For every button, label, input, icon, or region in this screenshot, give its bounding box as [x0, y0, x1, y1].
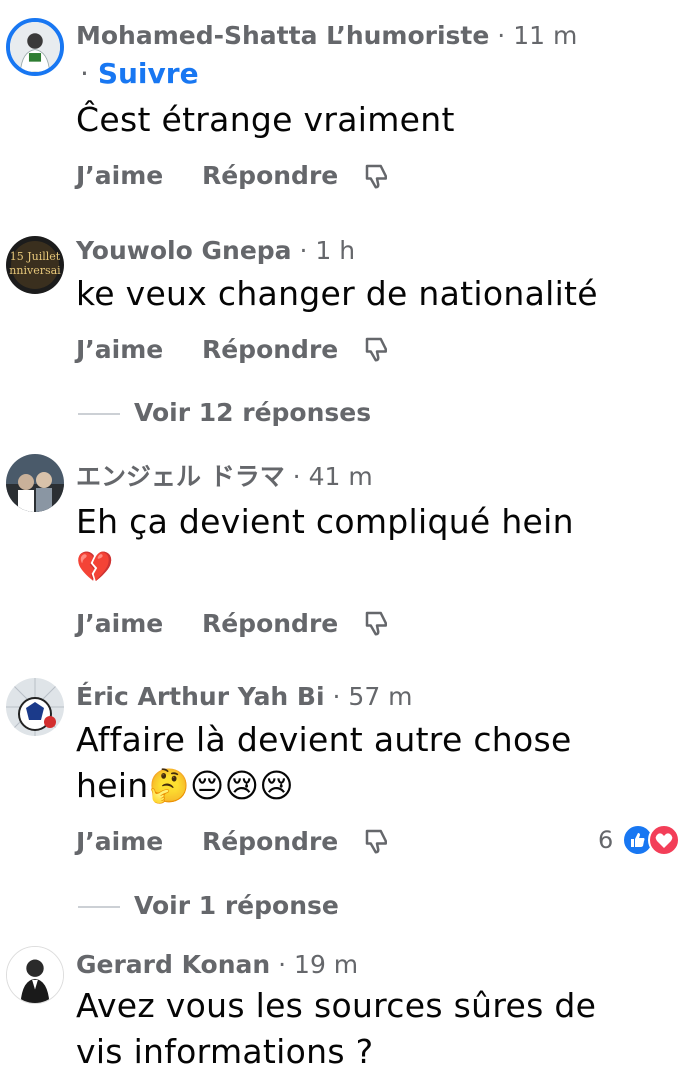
comment-text-line-2: hein🤔😔😢😢: [76, 766, 294, 805]
comment-actions: J’aime Répondre: [76, 826, 368, 858]
author-name[interactable]: Youwolo Gnepa: [76, 236, 292, 265]
comment-text-line-2: 💔: [76, 550, 114, 585]
thumbs-down-icon[interactable]: [362, 826, 392, 856]
like-button[interactable]: J’aime: [76, 335, 163, 364]
reply-thread-line: [78, 413, 120, 415]
avatar-image: 15 Juillet nniversai: [6, 236, 64, 294]
timestamp[interactable]: 19 m: [294, 950, 358, 979]
timestamp[interactable]: 1 h: [315, 236, 355, 265]
separator-dot: ·: [292, 462, 301, 491]
separator-dot: ·: [278, 950, 287, 979]
author-name[interactable]: エンジェル ドラマ: [76, 462, 285, 491]
reaction-count: 6: [598, 826, 614, 854]
avatar-image: [10, 22, 60, 72]
comment-actions: J’aime Répondre: [76, 160, 368, 192]
comment-text: Ĉest étrange vraiment: [76, 100, 455, 139]
avatar[interactable]: [6, 454, 64, 512]
view-replies-link[interactable]: Voir 12 réponses: [78, 397, 371, 429]
avatar[interactable]: 15 Juillet nniversai: [6, 236, 64, 294]
love-reaction-icon: [648, 824, 680, 856]
separator-dot: ·: [80, 57, 89, 90]
comment-text: ke veux changer de nationalité: [76, 274, 598, 313]
timestamp[interactable]: 41 m: [309, 462, 373, 491]
comment-text-line-1: Avez vous les sources sûres de: [76, 986, 597, 1025]
reply-button[interactable]: Répondre: [202, 827, 338, 856]
thumbs-down-icon[interactable]: [362, 334, 392, 364]
comment-text-line-1: Affaire là devient autre chose: [76, 720, 572, 759]
thumbs-down-icon[interactable]: [362, 161, 392, 191]
avatar[interactable]: [6, 678, 64, 736]
avatar[interactable]: [6, 946, 64, 1004]
reply-button[interactable]: Répondre: [202, 161, 338, 190]
separator-dot: ·: [299, 236, 308, 265]
view-replies-label: Voir 1 réponse: [134, 891, 339, 920]
separator-dot: ·: [332, 682, 341, 711]
comment-header: Mohamed-Shatta L’humoriste · 11 m: [76, 20, 577, 52]
reply-button[interactable]: Répondre: [202, 335, 338, 364]
author-name[interactable]: Gerard Konan: [76, 950, 270, 979]
comment-text-line-2: vis informations ?: [76, 1032, 374, 1071]
timestamp[interactable]: 57 m: [348, 682, 412, 711]
like-button[interactable]: J’aime: [76, 609, 163, 638]
author-name[interactable]: Mohamed-Shatta L’humoriste: [76, 21, 489, 50]
like-button[interactable]: J’aime: [76, 161, 163, 190]
avatar-image: [6, 454, 64, 512]
comment-header: エンジェル ドラマ · 41 m: [76, 461, 373, 493]
reaction-summary[interactable]: 6: [598, 824, 613, 856]
comment-actions: J’aime Répondre: [76, 334, 368, 366]
timestamp[interactable]: 11 m: [513, 21, 577, 50]
svg-text:nniversai: nniversai: [9, 264, 61, 277]
comment-actions: J’aime Répondre: [76, 608, 368, 640]
comment-header: Youwolo Gnepa · 1 h: [76, 235, 355, 267]
view-replies-label: Voir 12 réponses: [134, 398, 372, 427]
follow-button[interactable]: Suivre: [98, 57, 199, 90]
separator-dot: ·: [497, 21, 506, 50]
follow-row: · Suivre: [80, 56, 199, 92]
reply-thread-line: [78, 906, 120, 908]
avatar-image: [7, 947, 63, 1003]
reply-button[interactable]: Répondre: [202, 609, 338, 638]
thumbs-down-icon[interactable]: [362, 608, 392, 638]
svg-text:15 Juillet: 15 Juillet: [10, 250, 61, 263]
like-button[interactable]: J’aime: [76, 827, 163, 856]
view-replies-link[interactable]: Voir 1 réponse: [78, 890, 339, 922]
comment-header: Éric Arthur Yah Bi · 57 m: [76, 681, 413, 713]
comment-header: Gerard Konan · 19 m: [76, 949, 358, 981]
avatar-image: [6, 678, 64, 736]
author-name[interactable]: Éric Arthur Yah Bi: [76, 682, 325, 711]
comment-text-line-1: Eh ça devient compliqué hein: [76, 502, 574, 541]
avatar[interactable]: [6, 18, 64, 76]
